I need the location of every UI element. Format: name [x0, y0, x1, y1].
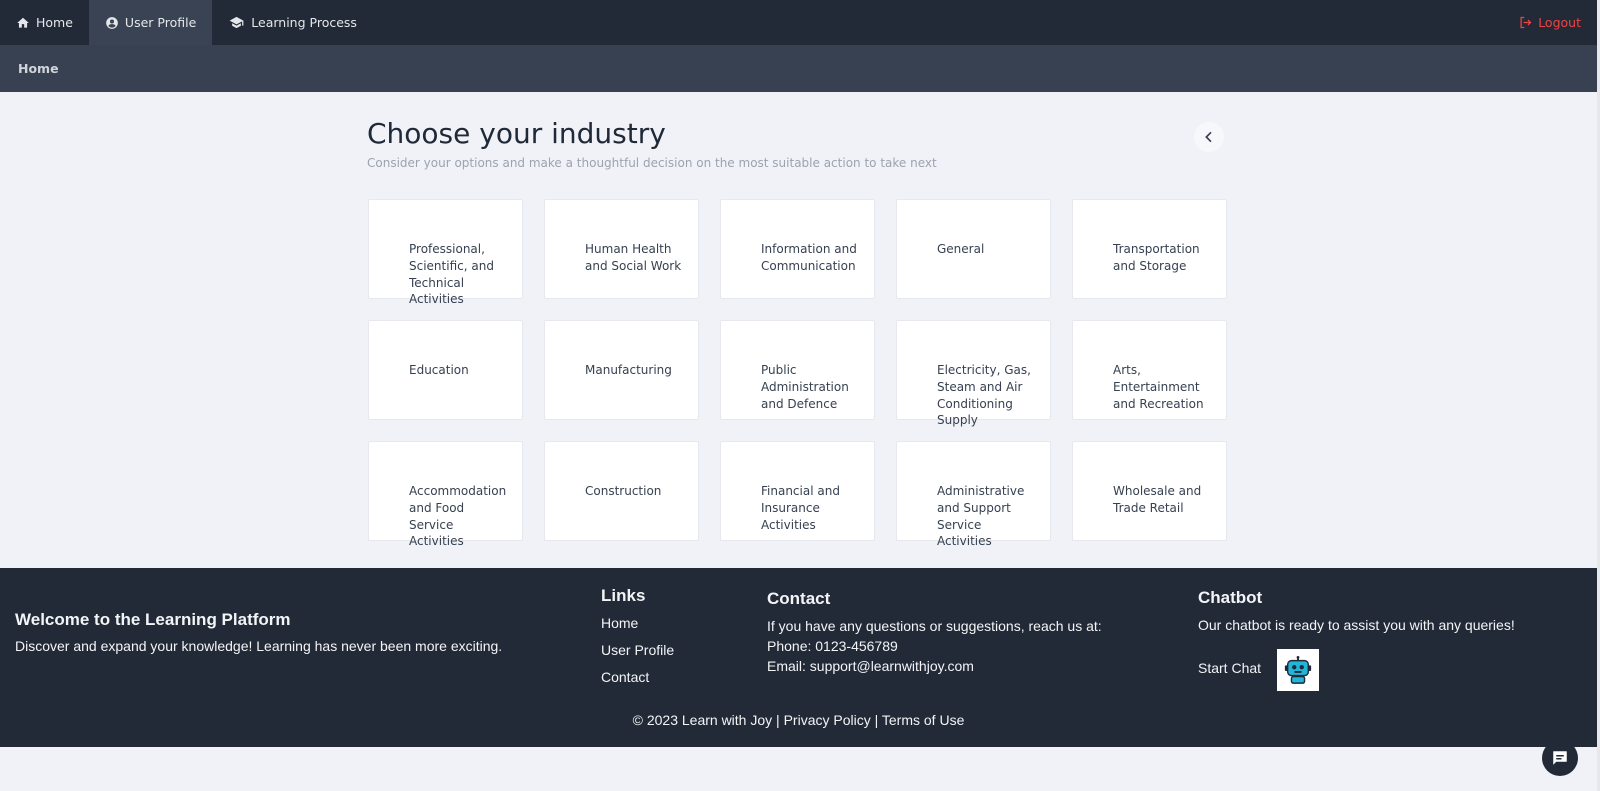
separator: | [776, 712, 780, 728]
industry-card[interactable]: Human Health and Social Work [544, 199, 699, 299]
footer: Welcome to the Learning Platform Discove… [0, 568, 1597, 747]
nav-user-profile-label: User Profile [124, 15, 197, 30]
industry-card-label: Wholesale and Trade Retail [1113, 484, 1202, 515]
terms-of-use-link[interactable]: Terms of Use [882, 712, 964, 728]
industry-card-label: Financial and Insurance Activities [761, 484, 840, 532]
graduation-cap-icon [229, 16, 244, 29]
footer-welcome-text: Discover and expand your knowledge! Lear… [15, 638, 503, 654]
nav-user-profile[interactable]: User Profile [88, 0, 213, 45]
logout-button[interactable]: Logout [1518, 0, 1581, 45]
robot-icon [1284, 655, 1312, 684]
industry-card-label: General [937, 242, 985, 256]
industry-card[interactable]: Information and Communication [720, 199, 875, 299]
industry-card-label: Human Health and Social Work [585, 242, 682, 273]
back-button[interactable] [1194, 122, 1224, 152]
industry-card[interactable]: Manufacturing [544, 320, 699, 420]
separator: | [874, 712, 879, 728]
footer-welcome-title: Welcome to the Learning Platform [15, 610, 291, 629]
nav-home[interactable]: Home [0, 0, 89, 45]
top-navbar: Home User Profile Learning Process Logou… [0, 0, 1597, 45]
user-circle-icon [106, 16, 118, 29]
footer-contact-intro: If you have any questions or suggestions… [767, 618, 1102, 634]
privacy-policy-link[interactable]: Privacy Policy [784, 712, 871, 728]
chatbot-button[interactable] [1277, 649, 1319, 691]
industry-card-label: Education [409, 363, 469, 377]
industry-card[interactable]: Accommodation and Food Service Activitie… [368, 441, 523, 548]
footer-link-user-profile[interactable]: User Profile [601, 642, 674, 658]
start-chat-link[interactable]: Start Chat [1198, 660, 1261, 676]
industry-card[interactable]: Arts, Entertainment and Recreation [1072, 320, 1227, 420]
nav-learning-process[interactable]: Learning Process [212, 0, 373, 45]
industry-card-label: Administrative and Support Service Activ… [937, 484, 1025, 549]
industry-card[interactable]: Financial and Insurance Activities [720, 441, 875, 541]
industry-card-label: Arts, Entertainment and Recreation [1113, 363, 1204, 411]
logout-label: Logout [1538, 15, 1581, 30]
chat-fab-button[interactable] [1542, 740, 1578, 776]
industry-card[interactable]: General [896, 199, 1051, 299]
page-subtitle: Consider your options and make a thought… [367, 156, 937, 170]
industry-card[interactable]: Transportation and Storage [1072, 199, 1227, 299]
footer-contact-phone: Phone: 0123-456789 [767, 638, 898, 654]
breadcrumb-home[interactable]: Home [18, 61, 59, 76]
logout-icon [1520, 16, 1532, 29]
footer-contact-email: Email: support@learnwithjoy.com [767, 658, 974, 674]
industry-card-label: Accommodation and Food Service Activitie… [409, 484, 507, 549]
copyright-text: © 2023 Learn with Joy [632, 712, 773, 728]
breadcrumb: Home [0, 45, 1597, 92]
footer-contact-title: Contact [767, 589, 831, 608]
chevron-left-icon [1205, 131, 1212, 143]
industry-card-label: Public Administration and Defence [761, 363, 849, 411]
footer-link-contact[interactable]: Contact [601, 669, 649, 685]
industry-card[interactable]: Wholesale and Trade Retail [1072, 441, 1227, 541]
chat-bubble-icon [1553, 751, 1567, 765]
industry-card-label: Construction [585, 484, 662, 498]
industry-card-label: Electricity, Gas, Steam and Air Conditio… [937, 363, 1031, 428]
footer-chatbot-text: Our chatbot is ready to assist you with … [1198, 617, 1515, 633]
home-icon [17, 17, 29, 28]
industry-card[interactable]: Public Administration and Defence [720, 320, 875, 420]
industry-card[interactable]: Construction [544, 441, 699, 541]
footer-chatbot-title: Chatbot [1198, 588, 1263, 607]
industry-card-label: Transportation and Storage [1113, 242, 1200, 273]
industry-grid: Professional, Scientific, and Technical … [368, 199, 1227, 548]
industry-card[interactable]: Administrative and Support Service Activ… [896, 441, 1051, 548]
footer-copyright-bar: © 2023 Learn with Joy | Privacy Policy |… [0, 712, 1597, 728]
industry-card-label: Manufacturing [585, 363, 672, 377]
footer-links-title: Links [601, 586, 646, 605]
page-title: Choose your industry [367, 117, 666, 150]
nav-learning-process-label: Learning Process [251, 15, 357, 30]
industry-card[interactable]: Education [368, 320, 523, 420]
industry-card-label: Information and Communication [761, 242, 857, 273]
industry-card[interactable]: Electricity, Gas, Steam and Air Conditio… [896, 320, 1051, 427]
nav-home-label: Home [36, 15, 73, 30]
industry-card-label: Professional, Scientific, and Technical … [409, 242, 494, 307]
industry-card[interactable]: Professional, Scientific, and Technical … [368, 199, 523, 306]
footer-link-home[interactable]: Home [601, 615, 638, 631]
